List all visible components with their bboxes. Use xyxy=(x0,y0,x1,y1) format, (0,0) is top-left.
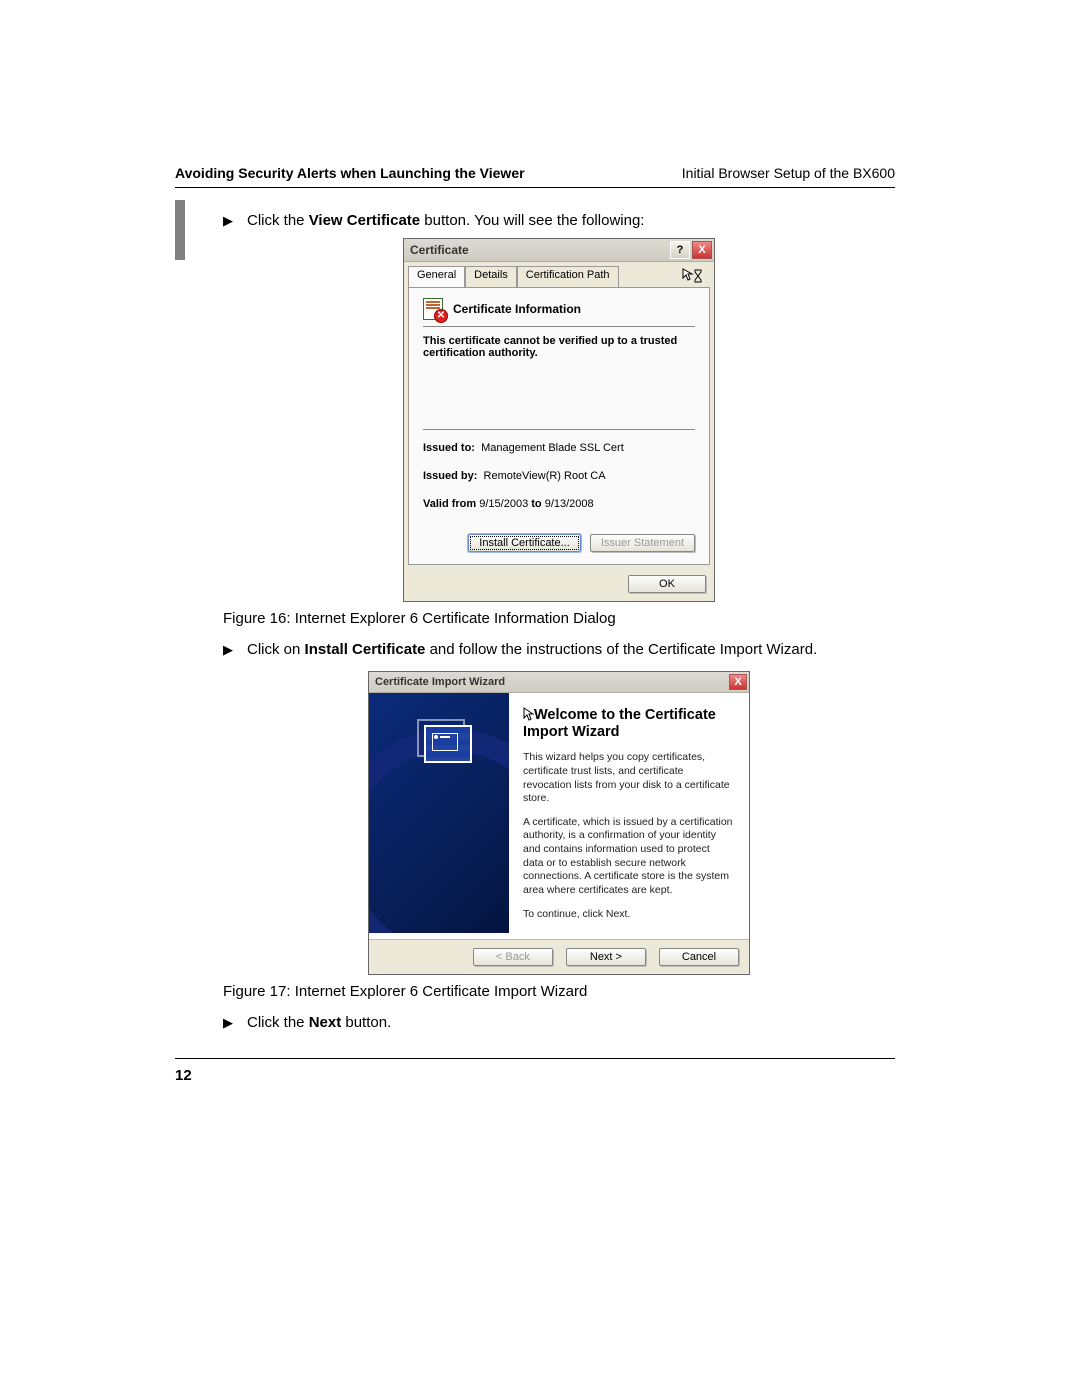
install-certificate-button[interactable]: Install Certificate... xyxy=(468,534,580,552)
certificate-import-wizard-dialog: Certificate Import Wizard X Welcome to t… xyxy=(368,671,750,976)
certificate-title: Certificate xyxy=(410,243,469,257)
wizard-paragraph-3: To continue, click Next. xyxy=(523,908,733,922)
certificate-titlebar: Certificate ? X xyxy=(404,239,714,262)
tab-certification-path[interactable]: Certification Path xyxy=(517,266,619,287)
help-button[interactable]: ? xyxy=(670,241,690,259)
tab-details[interactable]: Details xyxy=(465,266,517,287)
page-header: Avoiding Security Alerts when Launching … xyxy=(175,165,895,188)
close-button[interactable]: X xyxy=(692,241,712,259)
certificate-information-heading: Certificate Information xyxy=(453,302,581,316)
ok-button[interactable]: OK xyxy=(628,575,706,593)
page-number: 12 xyxy=(175,1058,895,1084)
instruction-bullet-2: ▶ Click on Install Certificate and follo… xyxy=(223,639,895,661)
tab-general[interactable]: General xyxy=(408,266,465,287)
valid-from-field: Valid from 9/15/2003 to 9/13/2008 xyxy=(423,498,695,510)
bullet-marker-icon: ▶ xyxy=(223,210,233,232)
certificate-error-icon: ✕ xyxy=(423,298,445,320)
cursor-hourglass-icon xyxy=(682,266,710,287)
wizard-side-graphic xyxy=(369,693,509,933)
thumb-tab xyxy=(175,200,185,260)
issuer-statement-button: Issuer Statement xyxy=(590,534,695,552)
header-doc-title: Initial Browser Setup of the BX600 xyxy=(682,165,895,181)
bullet-text: Click on Install Certificate and follow … xyxy=(247,639,817,661)
header-section-title: Avoiding Security Alerts when Launching … xyxy=(175,165,525,181)
issued-to-field: Issued to: Management Blade SSL Cert xyxy=(423,442,695,454)
wizard-title: Certificate Import Wizard xyxy=(375,676,505,688)
wizard-paragraph-2: A certificate, which is issued by a cert… xyxy=(523,816,733,898)
figure-17-caption: Figure 17: Internet Explorer 6 Certifica… xyxy=(223,983,895,1000)
bullet-marker-icon: ▶ xyxy=(223,1012,233,1034)
figure-16-caption: Figure 16: Internet Explorer 6 Certifica… xyxy=(223,610,895,627)
certificate-warning-text: This certificate cannot be verified up t… xyxy=(423,335,695,359)
bullet-marker-icon: ▶ xyxy=(223,639,233,661)
instruction-bullet-3: ▶ Click the Next button. xyxy=(223,1012,895,1034)
bullet-text: Click the View Certificate button. You w… xyxy=(247,210,644,232)
bullet-text: Click the Next button. xyxy=(247,1012,391,1034)
issued-by-field: Issued by: RemoteView(R) Root CA xyxy=(423,470,695,482)
certificate-dialog: Certificate ? X General Details Certific… xyxy=(403,238,715,602)
back-button: < Back xyxy=(473,948,553,966)
tab-panel-general: ✕ Certificate Information This certifica… xyxy=(408,287,710,565)
cancel-button[interactable]: Cancel xyxy=(659,948,739,966)
wizard-paragraph-1: This wizard helps you copy certificates,… xyxy=(523,751,733,806)
next-button[interactable]: Next > xyxy=(566,948,646,966)
close-button[interactable]: X xyxy=(729,674,747,690)
cursor-icon xyxy=(523,707,534,724)
wizard-heading: Welcome to the Certificate Import Wizard xyxy=(523,707,733,742)
instruction-bullet-1: ▶ Click the View Certificate button. You… xyxy=(223,210,895,232)
